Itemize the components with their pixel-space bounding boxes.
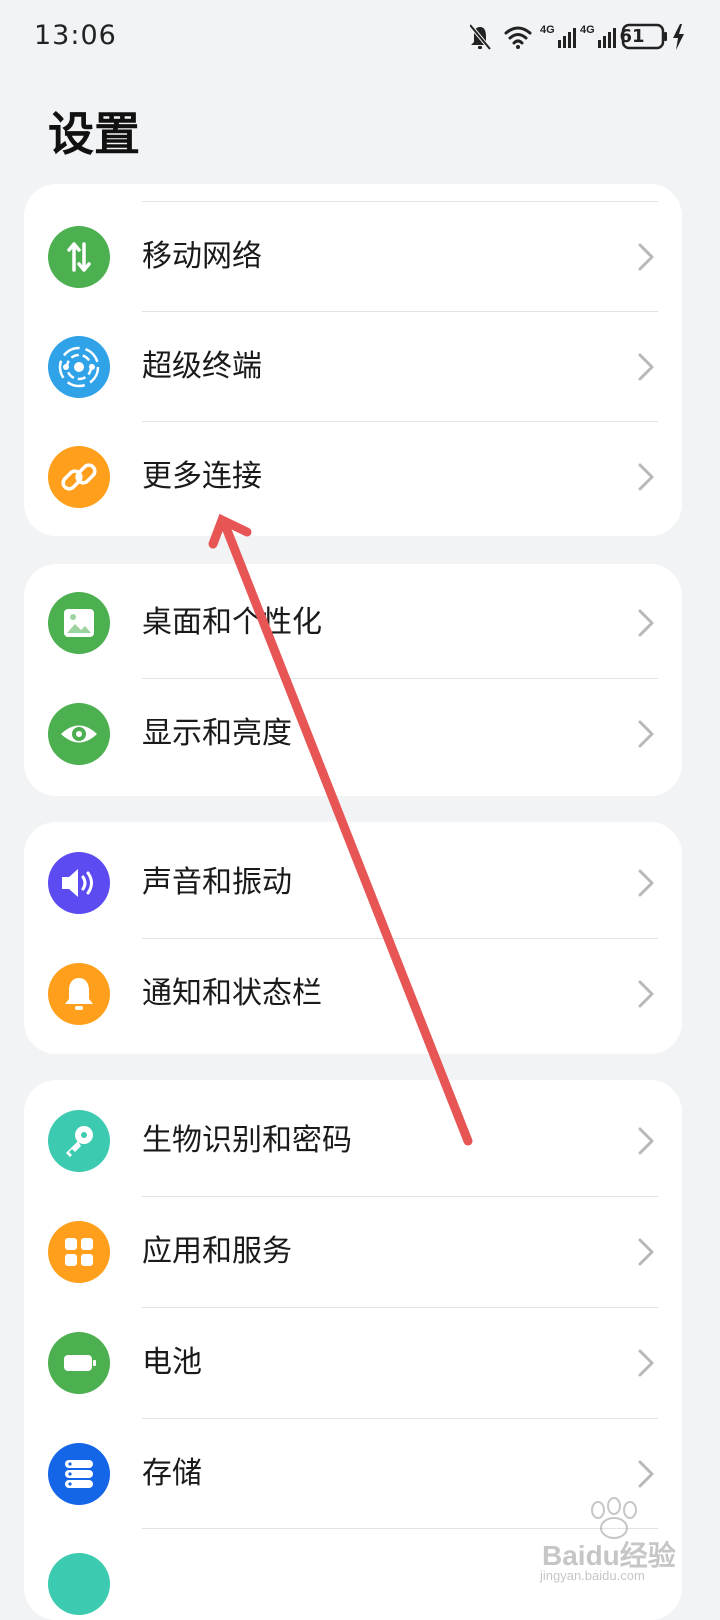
charging-icon [673, 24, 684, 50]
settings-item-label: 通知和状态栏 [142, 976, 322, 1011]
wifi-icon [504, 26, 532, 49]
chevron-right-icon [638, 720, 654, 748]
settings-item-home-personalization[interactable]: 桌面和个性化 [24, 568, 682, 678]
battery-icon [48, 1332, 110, 1394]
chevron-right-icon [638, 1127, 654, 1155]
chevron-right-icon [638, 980, 654, 1008]
settings-item-display-brightness[interactable]: 显示和亮度 [24, 679, 682, 789]
settings-item-super-device[interactable]: 超级终端 [24, 312, 682, 422]
super-device-icon [48, 336, 110, 398]
settings-item-apps-services[interactable]: 应用和服务 [24, 1197, 682, 1307]
settings-group-sound-notifications: 声音和振动 通知和状态栏 [24, 822, 682, 1054]
status-icons: 4G 4G [470, 23, 684, 51]
chevron-right-icon [638, 1349, 654, 1377]
wallpaper-icon [48, 592, 110, 654]
battery-level: 61 [619, 26, 645, 47]
status-time: 13:06 [34, 20, 117, 51]
settings-group-display: 桌面和个性化 显示和亮度 [24, 564, 682, 796]
settings-item-label: 移动网络 [142, 239, 262, 274]
settings-item-biometrics-password[interactable]: 生物识别和密码 [24, 1086, 682, 1196]
settings-item-label: 桌面和个性化 [142, 605, 322, 640]
chevron-right-icon [638, 1460, 654, 1488]
chevron-right-icon [638, 869, 654, 897]
settings-item-label: 超级终端 [142, 349, 262, 384]
status-bar: 13:06 4G 4G 61 [0, 0, 720, 76]
settings-item-label: 生物识别和密码 [142, 1123, 352, 1158]
watermark-subtext: jingyan.baidu.com [540, 1568, 645, 1583]
link-icon [48, 446, 110, 508]
network-label-2: 4G [580, 24, 595, 36]
settings-group-connectivity: 移动网络 超级终端 更多连接 [24, 184, 682, 536]
settings-item-label: 存储 [142, 1456, 202, 1491]
storage-icon [48, 1443, 110, 1505]
chevron-right-icon [638, 609, 654, 637]
signal-icon: 4G [580, 24, 616, 48]
settings-item-more-connections[interactable]: 更多连接 [24, 422, 682, 532]
settings-item-label: 声音和振动 [142, 865, 292, 900]
bell-icon [48, 963, 110, 1025]
signal-icon: 4G [540, 24, 576, 48]
settings-item-battery[interactable]: 电池 [24, 1308, 682, 1418]
chevron-right-icon [638, 463, 654, 491]
chevron-right-icon [638, 353, 654, 381]
settings-item-notifications-statusbar[interactable]: 通知和状态栏 [24, 939, 682, 1049]
settings-item-label: 电池 [142, 1345, 202, 1380]
bell-muted-icon [470, 23, 492, 51]
settings-item-label: 显示和亮度 [142, 716, 292, 751]
baidu-watermark: Baidu经验 jingyan.baidu.com [538, 1494, 708, 1590]
apps-grid-icon [48, 1221, 110, 1283]
network-label-1: 4G [540, 24, 555, 36]
mobile-network-icon [48, 226, 110, 288]
page-title: 设置 [48, 107, 140, 161]
settings-item-sound-vibration[interactable]: 声音和振动 [24, 828, 682, 938]
settings-item-label: 应用和服务 [142, 1234, 292, 1269]
settings-item-mobile-network[interactable]: 移动网络 [24, 202, 682, 312]
eye-icon [48, 703, 110, 765]
key-icon [48, 1110, 110, 1172]
security-icon [48, 1553, 110, 1615]
speaker-icon [48, 852, 110, 914]
chevron-right-icon [638, 243, 654, 271]
chevron-right-icon [638, 1238, 654, 1266]
settings-item-label: 更多连接 [142, 459, 262, 494]
